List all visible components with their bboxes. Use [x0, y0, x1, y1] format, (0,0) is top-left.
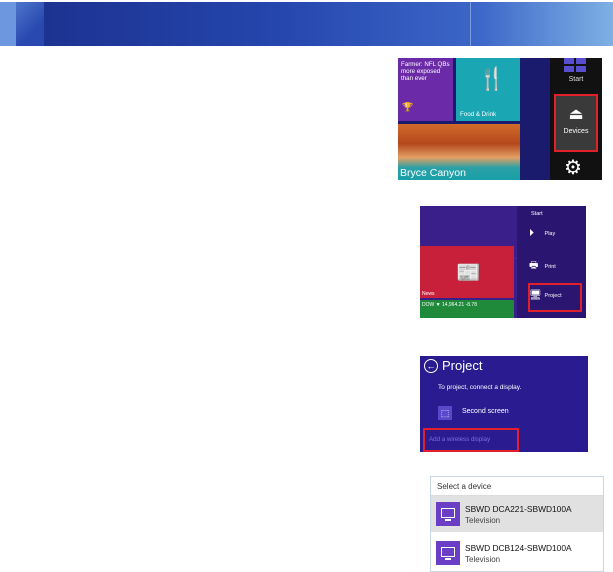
back-arrow-icon[interactable]: ←: [424, 359, 438, 373]
news-app-tile[interactable]: 📰 News: [420, 246, 514, 298]
device-type: Television: [465, 555, 501, 564]
devices-charm-button[interactable]: ⏏ Devices: [554, 94, 598, 152]
banner-divider: [470, 2, 471, 46]
header-banner: [0, 2, 613, 46]
newspaper-icon: 📰: [456, 262, 481, 284]
devices-pane-title: Start: [531, 211, 543, 217]
device-item-label: Play: [544, 230, 556, 237]
monitor-icon: [436, 502, 460, 526]
food-drink-tile[interactable]: 🍴 Food & Drink: [456, 58, 520, 121]
device-name: SBWD DCA221-SBWD100A: [465, 504, 572, 514]
photo-tile[interactable]: Bryce Canyon: [398, 124, 520, 180]
food-tile-label: Food & Drink: [460, 111, 497, 118]
windows-logo-icon[interactable]: [564, 58, 588, 72]
banner-corner-tab: [0, 2, 44, 46]
device-item-label: Print: [544, 263, 556, 270]
play-icon: ⏵: [529, 228, 534, 239]
devices-charm-screenshot: 📰 News DOW ▼ 14,964.21 -8.78 Start ⏵ Pla…: [420, 206, 586, 318]
device-item-play[interactable]: ⏵ Play: [529, 228, 555, 239]
add-wireless-label: Add a wireless display: [429, 436, 491, 443]
news-tile[interactable]: Farmer: NFL QBs more exposed than ever 🏆: [398, 58, 453, 121]
project-highlight-box: [528, 283, 582, 312]
second-screen-icon: ⬚: [438, 406, 452, 420]
printer-icon: 🖶: [529, 260, 539, 271]
gear-icon[interactable]: ⚙: [564, 158, 582, 178]
news-app-label: News: [422, 291, 435, 297]
monitor-icon: [436, 541, 460, 565]
dow-tile[interactable]: DOW ▼ 14,964.21 -8.78: [420, 300, 514, 318]
fork-knife-icon: 🍴: [478, 66, 506, 91]
project-title-text: Project: [442, 358, 483, 373]
add-wireless-display-link[interactable]: Add a wireless display: [423, 428, 519, 452]
devices-icon: ⏏: [568, 106, 584, 123]
select-device-header: Select a device: [437, 482, 492, 491]
start-screen-screenshot: Farmer: NFL QBs more exposed than ever 🏆…: [398, 58, 602, 180]
photo-tile-caption: Bryce Canyon: [400, 167, 466, 179]
device-name: SBWD DCB124-SBWD100A: [465, 543, 572, 553]
second-screen-option[interactable]: Second screen: [462, 408, 509, 415]
charm-start-label[interactable]: Start: [550, 76, 602, 83]
news-tile-text: Farmer: NFL QBs more exposed than ever: [401, 61, 450, 82]
project-subtitle: To project, connect a display.: [438, 384, 522, 391]
device-item-print[interactable]: 🖶 Print: [529, 258, 556, 275]
device-row[interactable]: SBWD DCB124-SBWD100A Television: [431, 535, 603, 571]
devices-label: Devices: [563, 128, 589, 135]
device-row[interactable]: SBWD DCA221-SBWD100A Television: [431, 496, 603, 532]
device-type: Television: [465, 516, 501, 525]
select-device-dialog: Select a device SBWD DCA221-SBWD100A Tel…: [430, 476, 604, 572]
project-flyout-title: ← Project: [424, 358, 482, 373]
charms-bar: Start ⏏ Devices ⚙: [550, 58, 602, 180]
trophy-icon: 🏆: [402, 102, 414, 112]
